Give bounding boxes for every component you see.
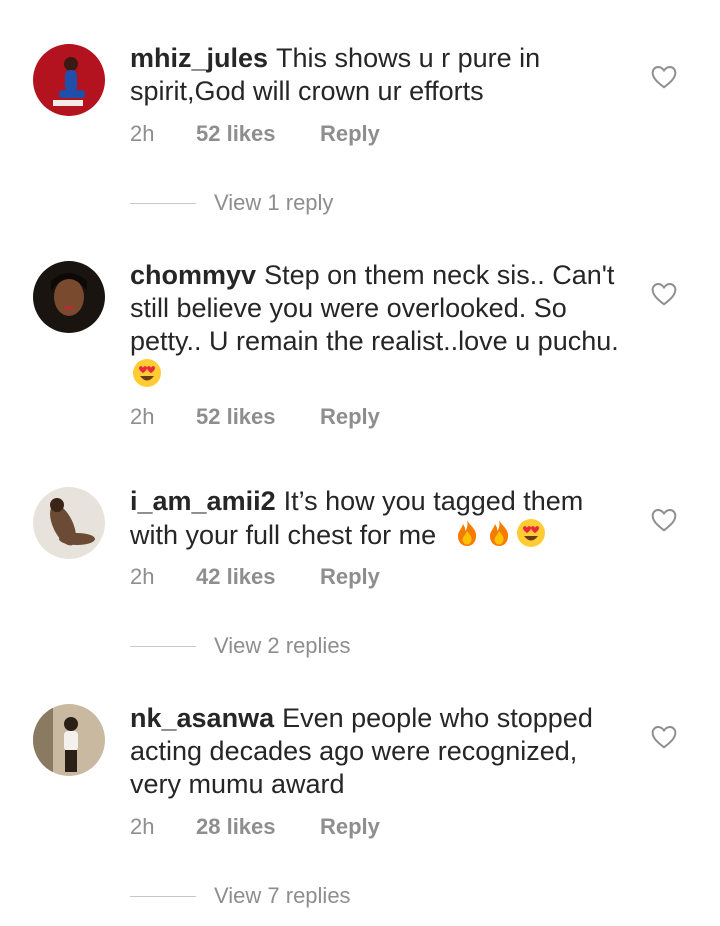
comment-meta: 2h 42 likes Reply bbox=[130, 564, 380, 590]
comment-username[interactable]: nk_asanwa bbox=[130, 703, 274, 733]
reply-button[interactable]: Reply bbox=[320, 564, 380, 590]
heart-eyes-emoji-icon bbox=[516, 519, 545, 547]
likes-count[interactable]: 42 likes bbox=[196, 564, 320, 590]
view-replies-label: View 2 replies bbox=[214, 633, 351, 658]
comment-username[interactable]: i_am_amii2 bbox=[130, 486, 276, 516]
replies-divider bbox=[130, 645, 196, 647]
likes-count[interactable]: 52 likes bbox=[196, 121, 320, 147]
replies-divider bbox=[130, 202, 196, 204]
comment-time: 2h bbox=[130, 404, 155, 429]
view-replies-label: View 7 replies bbox=[214, 883, 351, 908]
heart-icon[interactable] bbox=[651, 65, 677, 89]
heart-icon[interactable] bbox=[651, 508, 677, 532]
heart-icon[interactable] bbox=[651, 725, 677, 749]
fire-emoji-icon bbox=[489, 520, 508, 546]
avatar[interactable] bbox=[33, 261, 105, 333]
reply-button[interactable]: Reply bbox=[320, 814, 380, 840]
view-replies-button[interactable]: View 7 replies bbox=[130, 883, 351, 909]
view-replies-button[interactable]: View 2 replies bbox=[130, 633, 351, 659]
view-replies-button[interactable]: View 1 reply bbox=[130, 190, 333, 216]
view-replies-label: View 1 reply bbox=[214, 190, 334, 215]
comment-text: chommyv Step on them neck sis.. Can't sti… bbox=[130, 259, 620, 392]
comment-time: 2h bbox=[130, 814, 155, 839]
heart-eyes-emoji-icon bbox=[133, 359, 161, 387]
comment-text: nk_asanwa Even people who stopped acting … bbox=[130, 702, 620, 801]
comment-text: mhiz_jules This shows u r pure in spirit,… bbox=[130, 42, 620, 108]
comment-meta: 2h 52 likes Reply bbox=[130, 404, 380, 430]
likes-count[interactable]: 52 likes bbox=[196, 404, 320, 430]
comment-username[interactable]: chommyv bbox=[130, 260, 256, 290]
comment-meta: 2h 28 likes Reply bbox=[130, 814, 380, 840]
heart-icon[interactable] bbox=[651, 282, 677, 306]
comment-meta: 2h 52 likes Reply bbox=[130, 121, 380, 147]
likes-count[interactable]: 28 likes bbox=[196, 814, 320, 840]
fire-emoji-icon bbox=[457, 520, 476, 546]
reply-button[interactable]: Reply bbox=[320, 121, 380, 147]
comment-time: 2h bbox=[130, 564, 155, 589]
avatar[interactable] bbox=[33, 704, 105, 776]
avatar[interactable] bbox=[33, 487, 105, 559]
comment-username[interactable]: mhiz_jules bbox=[130, 43, 268, 73]
replies-divider bbox=[130, 895, 196, 897]
reply-button[interactable]: Reply bbox=[320, 404, 380, 430]
comment-time: 2h bbox=[130, 121, 155, 146]
avatar[interactable] bbox=[33, 44, 105, 116]
comment-text: i_am_amii2 It’s how you tagged them with … bbox=[130, 485, 620, 552]
